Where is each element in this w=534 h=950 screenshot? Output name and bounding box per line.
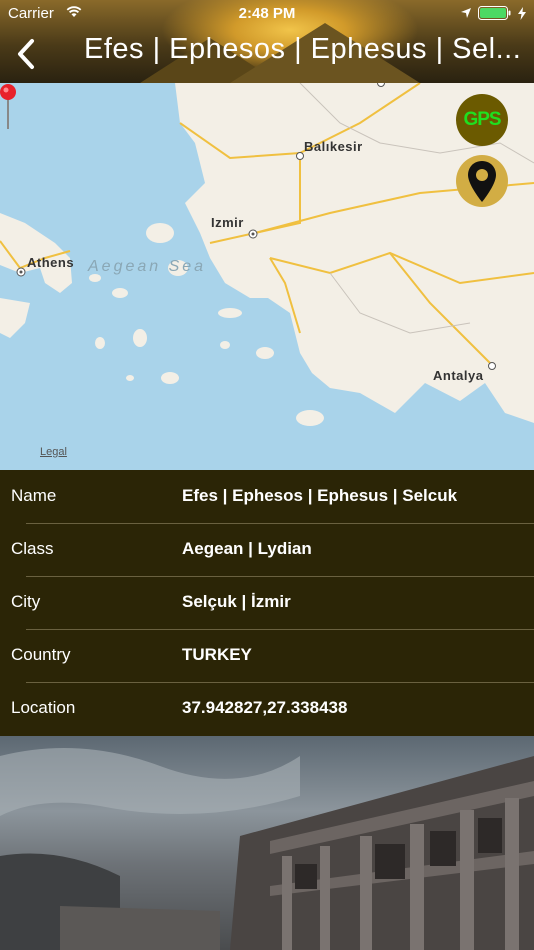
gps-button[interactable]: GPS	[456, 94, 508, 146]
row-value: Aegean | Lydian	[182, 539, 312, 558]
table-row-name: Name Efes | Ephesos | Ephesus | Selcuk	[0, 470, 534, 523]
library-of-celsus-illustration	[0, 748, 534, 950]
charging-bolt-icon	[518, 6, 526, 20]
row-key: Country	[11, 645, 71, 664]
map-label-aegean-sea: Aegean Sea	[88, 258, 207, 275]
navigation-header: Carrier 2:48 PM Efes | Ephesos | Ephesus…	[0, 0, 534, 83]
map-background	[0, 83, 534, 470]
clock: 2:48 PM	[238, 5, 296, 22]
row-value: TURKEY	[182, 645, 252, 664]
table-row-class: Class Aegean | Lydian	[0, 523, 534, 576]
row-value: Efes | Ephesos | Ephesus | Selcuk	[182, 486, 458, 505]
location-pin-icon[interactable]	[0, 83, 20, 131]
row-key: Class	[11, 539, 54, 558]
row-value: Selçuk | İzmir	[182, 592, 291, 611]
gps-button-label: GPS	[463, 109, 501, 130]
battery-icon	[478, 6, 511, 20]
table-row-country: Country TURKEY	[0, 629, 534, 682]
map-label-antalya: Antalya	[433, 368, 484, 383]
map-label-balikesir: Balıkesir	[304, 139, 363, 154]
legal-link[interactable]: Legal	[40, 446, 67, 458]
status-bar: Carrier 2:48 PM	[0, 0, 534, 28]
table-row-city: City Selçuk | İzmir	[0, 576, 534, 629]
map-marker-icon	[468, 161, 496, 202]
location-arrow-icon	[461, 8, 471, 18]
row-key: Location	[11, 698, 76, 717]
locate-button[interactable]	[456, 155, 508, 207]
table-row-location: Location 37.942827,27.338438	[0, 682, 534, 735]
page-title: Efes | Ephesos | Ephesus | Sel...	[84, 33, 522, 65]
row-key: Name	[11, 486, 57, 505]
site-photo	[0, 736, 534, 950]
map-label-athens: Athens	[27, 255, 75, 270]
chevron-left-icon	[18, 39, 34, 69]
map-label-izmir: Izmir	[211, 215, 244, 230]
map-view[interactable]: Balıkesir Izmir Athens Aegean Sea Antaly…	[0, 83, 534, 470]
back-button[interactable]	[14, 38, 40, 70]
row-value: 37.942827,27.338438	[182, 698, 348, 717]
row-key: City	[11, 592, 41, 611]
details-table: Name Efes | Ephesos | Ephesus | Selcuk C…	[0, 470, 534, 736]
